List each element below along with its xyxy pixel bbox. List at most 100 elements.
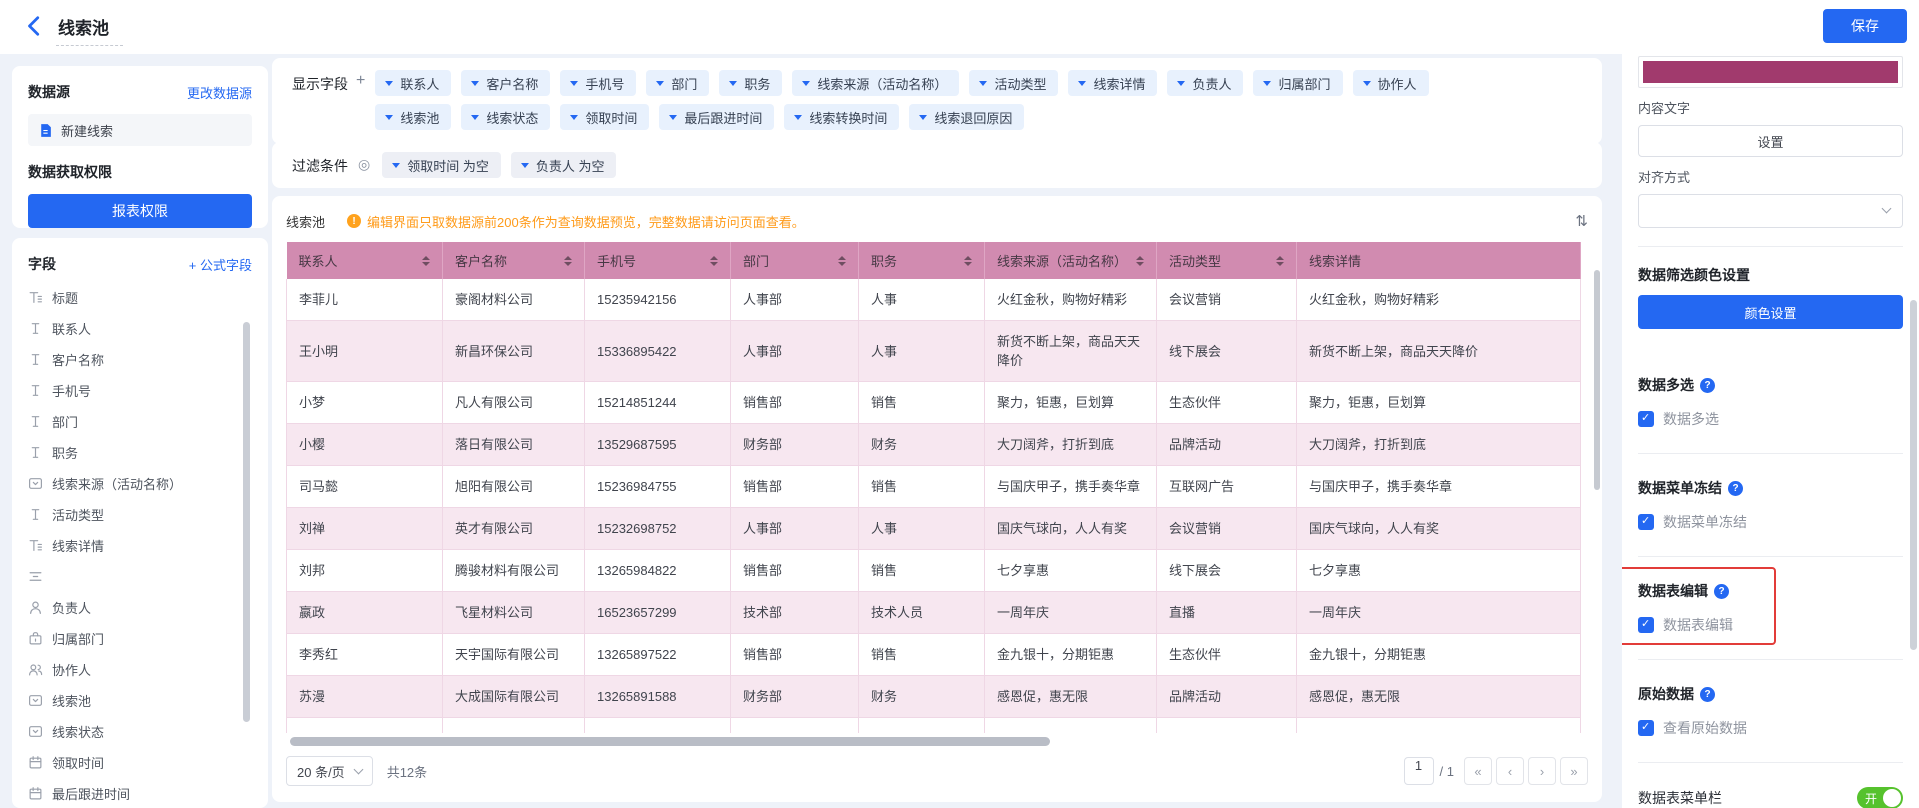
column-header[interactable]: 联系人 — [287, 242, 443, 279]
sort-icon[interactable] — [1276, 256, 1284, 266]
table-cell[interactable] — [1157, 718, 1297, 734]
table-cell[interactable] — [731, 718, 859, 734]
table-cell[interactable]: 销售部 — [731, 550, 859, 592]
table-cell[interactable]: 技术部 — [731, 592, 859, 634]
table-cell[interactable]: 英才有限公司 — [443, 508, 585, 550]
filter-target-icon[interactable]: ◎ — [358, 156, 370, 178]
field-item[interactable]: 线索池 — [28, 685, 252, 716]
color-swatch-box[interactable] — [1638, 56, 1903, 88]
add-formula-field-link[interactable]: + 公式字段 — [189, 255, 252, 274]
table-cell[interactable]: 一周年庆 — [1297, 592, 1581, 634]
sidebar-scrollbar[interactable] — [243, 322, 250, 722]
table-cell[interactable]: 金九银十，分期钜惠 — [1297, 634, 1581, 676]
table-cell[interactable]: 金九银十，分期钜惠 — [985, 634, 1157, 676]
table-cell[interactable]: 13265897522 — [585, 634, 731, 676]
table-cell[interactable]: 腾骏材料有限公司 — [443, 550, 585, 592]
filter-tag[interactable]: 领取时间 为空 — [382, 152, 501, 178]
table-cell[interactable]: 聚力，钜惠，巨划算 — [985, 382, 1157, 424]
field-item[interactable]: 负责人 — [28, 592, 252, 623]
table-cell[interactable]: 人事部 — [731, 321, 859, 382]
table-cell[interactable]: 凡人有限公司 — [443, 382, 585, 424]
table-cell[interactable]: 七夕享惠 — [985, 550, 1157, 592]
display-field-tag[interactable]: 线索来源（活动名称） — [792, 70, 959, 96]
table-cell[interactable]: 销售 — [859, 382, 985, 424]
column-header[interactable]: 客户名称 — [443, 242, 585, 279]
sort-icon[interactable] — [564, 256, 572, 266]
table-cell[interactable]: 人事 — [859, 279, 985, 321]
checkbox-checked[interactable] — [1638, 617, 1654, 633]
table-cell[interactable]: 李菲儿 — [287, 279, 443, 321]
content-text-settings-button[interactable]: 设置 — [1638, 125, 1903, 157]
table-cell[interactable]: 感恩促，惠无限 — [1297, 676, 1581, 718]
table-cell[interactable]: 15235942156 — [585, 279, 731, 321]
help-icon[interactable]: ? — [1700, 378, 1715, 393]
table-cell[interactable]: 与国庆甲子，携手奏华章 — [985, 466, 1157, 508]
toggle-switch-on[interactable]: 开 — [1857, 787, 1903, 808]
table-cell[interactable]: 豪阁材料公司 — [443, 279, 585, 321]
help-icon[interactable]: ? — [1728, 481, 1743, 496]
display-field-tag[interactable]: 线索池 — [375, 104, 451, 130]
table-cell[interactable]: 财务部 — [731, 424, 859, 466]
table-cell[interactable]: 聚力，钜惠，巨划算 — [1297, 382, 1581, 424]
save-button[interactable]: 保存 — [1823, 9, 1907, 43]
table-cell[interactable]: 线下展会 — [1157, 550, 1297, 592]
table-cell[interactable]: 大刀阔斧，打折到底 — [985, 424, 1157, 466]
table-cell[interactable]: 王小明 — [287, 321, 443, 382]
table-cell[interactable]: 刘禅 — [287, 508, 443, 550]
sort-order-icon[interactable]: ⇅ — [1575, 212, 1588, 230]
color-settings-button[interactable]: 颜色设置 — [1638, 295, 1903, 329]
display-field-tag[interactable]: 联系人 — [375, 70, 451, 96]
checkbox-checked[interactable] — [1638, 720, 1654, 736]
help-icon[interactable]: ? — [1714, 584, 1729, 599]
sort-icon[interactable] — [838, 256, 846, 266]
first-page-button[interactable]: « — [1464, 757, 1492, 785]
field-item[interactable]: 协作人 — [28, 654, 252, 685]
field-item[interactable]: 客户名称 — [28, 344, 252, 375]
display-field-tag[interactable]: 职务 — [719, 70, 782, 96]
field-item[interactable]: 线索来源（活动名称） — [28, 468, 252, 499]
table-cell[interactable]: 新货不断上架，商品天天降价 — [985, 321, 1157, 382]
checkbox-checked[interactable] — [1638, 514, 1654, 530]
display-field-tag[interactable]: 线索转换时间 — [784, 104, 899, 130]
table-cell[interactable]: 感恩促，惠无限 — [985, 676, 1157, 718]
table-cell[interactable]: 人事部 — [731, 279, 859, 321]
display-field-tag[interactable]: 归属部门 — [1253, 70, 1342, 96]
table-cell[interactable]: 落日有限公司 — [443, 424, 585, 466]
table-cell[interactable]: 15214851244 — [585, 382, 731, 424]
table-cell[interactable]: 销售 — [859, 466, 985, 508]
field-item[interactable]: 标题 — [28, 282, 252, 313]
display-field-tag[interactable]: 手机号 — [560, 70, 636, 96]
field-item[interactable]: 归属部门 — [28, 623, 252, 654]
last-page-button[interactable]: » — [1560, 757, 1588, 785]
change-datasource-link[interactable]: 更改数据源 — [187, 83, 252, 102]
table-cell[interactable]: 刘邦 — [287, 550, 443, 592]
table-cell[interactable]: 15336895422 — [585, 321, 731, 382]
table-cell[interactable]: 会议营销 — [1157, 508, 1297, 550]
display-field-tag[interactable]: 最后跟进时间 — [659, 104, 774, 130]
field-item[interactable]: 领取时间 — [28, 747, 252, 778]
display-field-tag[interactable]: 协作人 — [1353, 70, 1429, 96]
report-permission-button[interactable]: 报表权限 — [28, 194, 252, 228]
table-cell[interactable]: 生态伙伴 — [1157, 634, 1297, 676]
table-cell[interactable] — [1297, 718, 1581, 734]
datasource-item[interactable]: 新建线索 — [28, 114, 252, 146]
table-cell[interactable] — [859, 718, 985, 734]
table-cell[interactable]: 线下展会 — [1157, 321, 1297, 382]
table-cell[interactable]: 旭阳有限公司 — [443, 466, 585, 508]
display-field-tag[interactable]: 线索状态 — [461, 104, 550, 130]
table-cell[interactable]: 生态伙伴 — [1157, 382, 1297, 424]
scrollbar-thumb[interactable] — [290, 737, 1050, 746]
page-number-input[interactable]: 1 — [1404, 757, 1434, 785]
field-item[interactable]: 部门 — [28, 406, 252, 437]
table-cell[interactable]: 财务 — [859, 676, 985, 718]
field-item[interactable]: 线索详情 — [28, 530, 252, 561]
table-cell[interactable]: 火红金秋，购物好精彩 — [1297, 279, 1581, 321]
column-header[interactable]: 活动类型 — [1157, 242, 1297, 279]
table-cell[interactable]: 一周年庆 — [985, 592, 1157, 634]
field-item[interactable]: 线索状态 — [28, 716, 252, 747]
color-swatch[interactable] — [1643, 61, 1898, 83]
field-item[interactable]: 手机号 — [28, 375, 252, 406]
sort-icon[interactable] — [1136, 256, 1144, 266]
table-cell[interactable]: 技术人员 — [859, 592, 985, 634]
table-cell[interactable]: 国庆气球向，人人有奖 — [985, 508, 1157, 550]
